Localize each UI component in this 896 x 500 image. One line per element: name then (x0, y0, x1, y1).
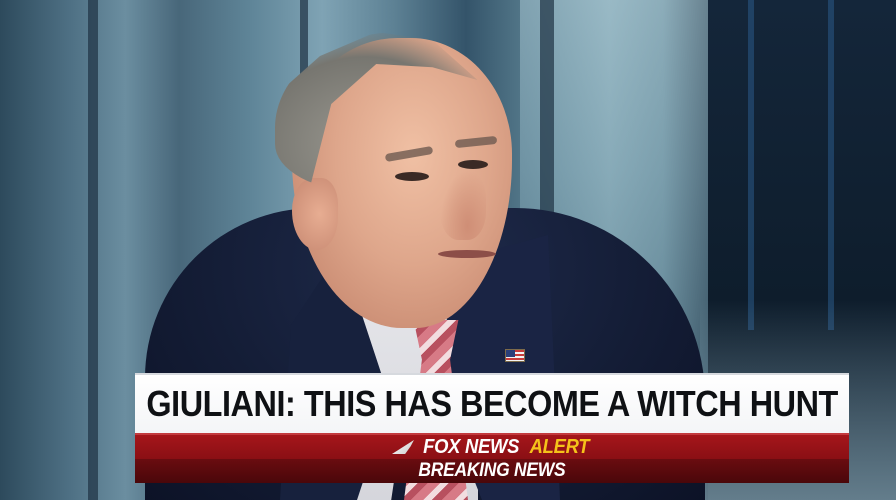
news-lower-third: GIULIANI: THIS HAS BECOME A WITCH HUNT F… (135, 373, 849, 483)
mouth (438, 250, 496, 258)
ear (292, 178, 338, 250)
eye (458, 160, 488, 169)
american-flag-pin-icon (505, 349, 525, 362)
fox-streak-icon (391, 440, 414, 454)
nose (440, 170, 486, 240)
headline-bar: GIULIANI: THIS HAS BECOME A WITCH HUNT (135, 373, 849, 433)
network-logo: FOX NEWS (391, 435, 523, 459)
breaking-news-label: BREAKING NEWS (418, 460, 566, 481)
network-logo-text: FOX NEWS (423, 435, 520, 458)
alert-bar: FOX NEWS ALERT (135, 433, 849, 459)
breaking-news-bar: BREAKING NEWS (135, 459, 849, 483)
headline-text: GIULIANI: THIS HAS BECOME A WITCH HUNT (146, 383, 838, 424)
alert-label: ALERT (529, 435, 590, 458)
eye (395, 172, 429, 181)
